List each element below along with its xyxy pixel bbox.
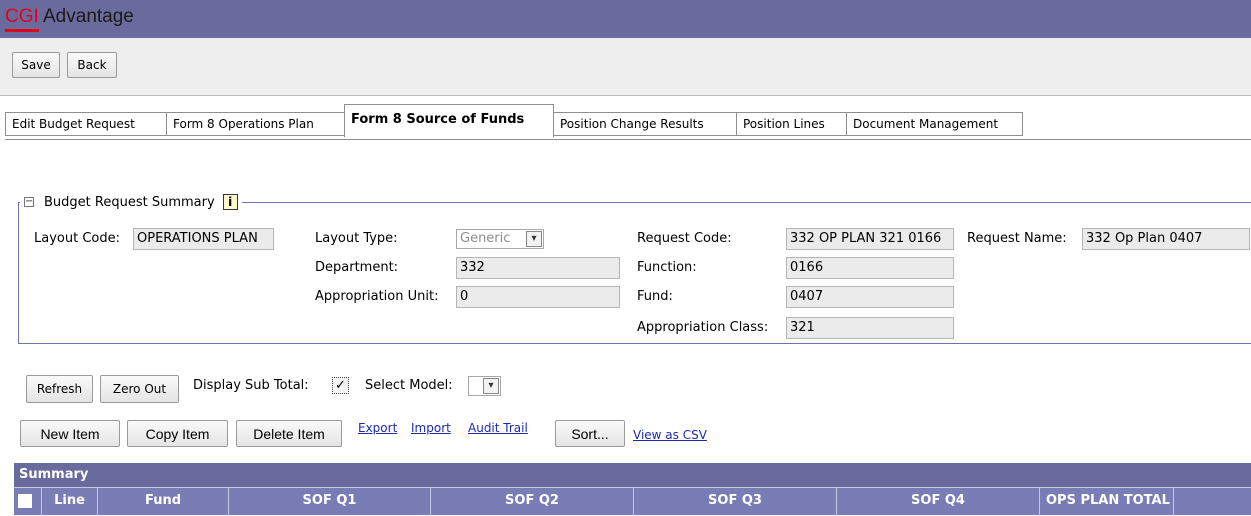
appropriation-class-label: Appropriation Class: xyxy=(637,320,769,335)
summary-legend-title: Budget Request Summary xyxy=(44,194,215,210)
col-sof-q4[interactable]: SOF Q4 xyxy=(837,488,1040,516)
col-sof-q1[interactable]: SOF Q1 xyxy=(229,488,431,516)
refresh-button-label: Refresh xyxy=(36,382,83,396)
department-label: Department: xyxy=(315,260,399,275)
budget-request-summary-panel xyxy=(18,202,1251,344)
layout-code-label: Layout Code: xyxy=(34,231,120,246)
copy-item-button-label: Copy Item xyxy=(145,425,210,442)
sort-button[interactable]: Sort... xyxy=(555,420,625,447)
zero-out-button-label: Zero Out xyxy=(112,382,167,396)
col-sof-q2[interactable]: SOF Q2 xyxy=(431,488,634,516)
appropriation-unit-label: Appropriation Unit: xyxy=(315,289,439,304)
delete-item-button-label: Delete Item xyxy=(253,425,325,442)
layout-code-field: OPERATIONS PLAN xyxy=(133,228,274,250)
zero-out-button[interactable]: Zero Out xyxy=(100,375,179,403)
toolbar: Save Back xyxy=(0,38,1251,96)
refresh-button[interactable]: Refresh xyxy=(26,375,93,403)
export-link[interactable]: Export xyxy=(358,421,397,435)
layout-type-label: Layout Type: xyxy=(315,231,398,246)
request-code-label: Request Code: xyxy=(637,231,732,246)
back-button[interactable]: Back xyxy=(67,52,117,78)
request-code-field: 332 OP PLAN 321 0166 xyxy=(786,228,954,250)
delete-item-button[interactable]: Delete Item xyxy=(236,420,342,447)
tab-form8-operations-plan[interactable]: Form 8 Operations Plan xyxy=(166,112,345,136)
chevron-down-icon: ▾ xyxy=(526,231,542,247)
tab-edit-budget-request[interactable]: Edit Budget Request xyxy=(5,112,167,136)
function-field: 0166 xyxy=(786,257,954,279)
tab-form8-source-of-funds[interactable]: Form 8 Source of Funds xyxy=(344,104,554,137)
app-header: CGI Advantage xyxy=(0,0,1251,38)
app-logo: CGI Advantage xyxy=(5,3,134,33)
copy-item-button[interactable]: Copy Item xyxy=(127,420,228,447)
tab-document-management[interactable]: Document Management xyxy=(846,112,1023,136)
department-field: 332 xyxy=(456,257,620,279)
request-name-label: Request Name: xyxy=(967,231,1067,246)
function-label: Function: xyxy=(637,260,697,275)
collapse-icon[interactable]: − xyxy=(24,197,34,207)
select-model-label: Select Model: xyxy=(365,378,453,393)
chevron-down-icon: ▾ xyxy=(483,378,499,394)
save-button-label: Save xyxy=(21,58,51,72)
col-ops-plan-total[interactable]: OPS PLAN TOTAL xyxy=(1040,488,1174,516)
back-button-label: Back xyxy=(77,58,107,72)
layout-type-value: Generic xyxy=(460,231,511,246)
select-model-dropdown[interactable]: ▾ xyxy=(468,376,501,396)
logo-advantage-text: Advantage xyxy=(38,6,134,27)
appropriation-unit-field: 0 xyxy=(456,286,620,308)
logo-cgi-text: CGI xyxy=(5,5,39,32)
select-all-checkbox[interactable] xyxy=(18,494,32,508)
audit-trail-link[interactable]: Audit Trail xyxy=(468,421,528,435)
new-item-button[interactable]: New Item xyxy=(20,420,120,447)
summary-legend: − Budget Request Summary i xyxy=(20,190,242,214)
select-all-cell xyxy=(14,488,42,516)
info-icon[interactable]: i xyxy=(222,194,238,210)
request-name-field: 332 Op Plan 0407 xyxy=(1082,228,1250,250)
col-sof-q3[interactable]: SOF Q3 xyxy=(634,488,837,516)
summary-grid-header: Line Fund SOF Q1 SOF Q2 SOF Q3 SOF Q4 OP… xyxy=(14,487,1251,516)
col-line[interactable]: Line xyxy=(42,488,98,516)
import-link[interactable]: Import xyxy=(411,421,451,435)
layout-type-select[interactable]: Generic ▾ xyxy=(456,229,544,249)
tab-position-change-results[interactable]: Position Change Results xyxy=(553,112,737,136)
tab-underline xyxy=(5,139,1251,140)
save-button[interactable]: Save xyxy=(12,52,60,78)
display-sub-total-checkbox[interactable]: ✓ xyxy=(332,377,349,394)
tab-position-lines[interactable]: Position Lines xyxy=(736,112,847,136)
new-item-button-label: New Item xyxy=(40,425,100,442)
fund-field: 0407 xyxy=(786,286,954,308)
fund-label: Fund: xyxy=(637,289,673,304)
col-fund[interactable]: Fund xyxy=(98,488,229,516)
display-sub-total-label: Display Sub Total: xyxy=(193,378,309,393)
sort-button-label: Sort... xyxy=(571,425,609,442)
view-as-csv-link[interactable]: View as CSV xyxy=(633,428,707,442)
summary-grid-title: Summary xyxy=(14,463,1251,487)
appropriation-class-field: 321 xyxy=(786,317,954,339)
